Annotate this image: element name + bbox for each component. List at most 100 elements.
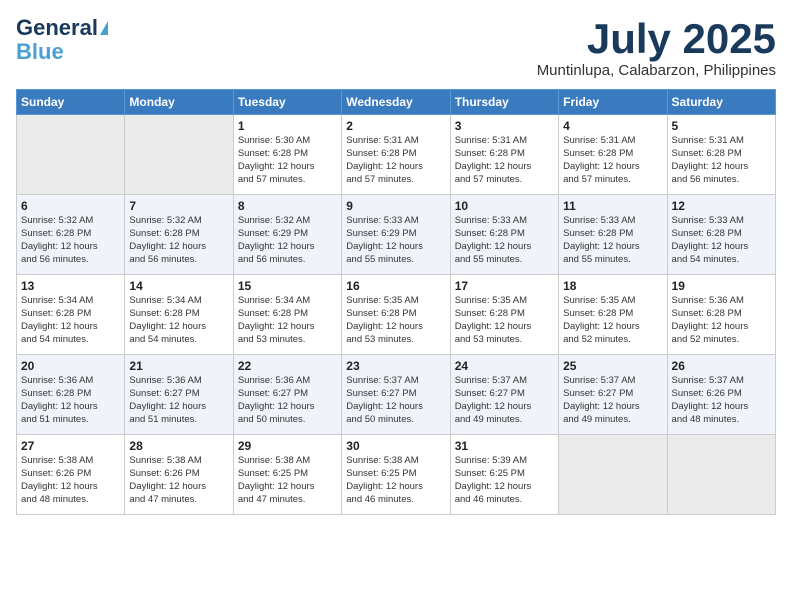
calendar-cell xyxy=(17,115,125,195)
day-number: 9 xyxy=(346,199,445,213)
day-info: Sunrise: 5:35 AM Sunset: 6:28 PM Dayligh… xyxy=(455,295,554,346)
calendar-cell: 10 Sunrise: 5:33 AM Sunset: 6:28 PM Dayli… xyxy=(450,195,558,275)
day-number: 15 xyxy=(238,279,337,293)
day-number: 26 xyxy=(672,359,771,373)
day-info: Sunrise: 5:30 AM Sunset: 6:28 PM Dayligh… xyxy=(238,135,337,186)
day-number: 1 xyxy=(238,119,337,133)
day-number: 20 xyxy=(21,359,120,373)
title-block: July 2025 Muntinlupa, Calabarzon, Philip… xyxy=(537,16,776,79)
weekday-header: Thursday xyxy=(450,90,558,115)
day-info: Sunrise: 5:33 AM Sunset: 6:28 PM Dayligh… xyxy=(672,215,771,266)
logo: General Blue xyxy=(16,16,108,64)
day-info: Sunrise: 5:31 AM Sunset: 6:28 PM Dayligh… xyxy=(346,135,445,186)
month-title: July 2025 xyxy=(537,16,776,62)
weekday-header: Friday xyxy=(559,90,667,115)
calendar-cell: 19 Sunrise: 5:36 AM Sunset: 6:28 PM Dayli… xyxy=(667,275,775,355)
day-info: Sunrise: 5:34 AM Sunset: 6:28 PM Dayligh… xyxy=(238,295,337,346)
calendar-cell: 14 Sunrise: 5:34 AM Sunset: 6:28 PM Dayli… xyxy=(125,275,233,355)
day-number: 16 xyxy=(346,279,445,293)
calendar-cell: 30Sunrise: 5:38 AM Sunset: 6:25 PM Dayli… xyxy=(342,435,450,515)
day-number: 12 xyxy=(672,199,771,213)
day-info: Sunrise: 5:32 AM Sunset: 6:29 PM Dayligh… xyxy=(238,215,337,266)
day-info: Sunrise: 5:33 AM Sunset: 6:28 PM Dayligh… xyxy=(455,215,554,266)
calendar-week-row: 13Sunrise: 5:34 AM Sunset: 6:28 PM Dayli… xyxy=(17,275,776,355)
calendar-cell: 2 Sunrise: 5:31 AM Sunset: 6:28 PM Daylig… xyxy=(342,115,450,195)
logo-text-general: General xyxy=(16,16,98,40)
calendar-cell: 21 Sunrise: 5:36 AM Sunset: 6:27 PM Dayli… xyxy=(125,355,233,435)
calendar-cell: 6Sunrise: 5:32 AM Sunset: 6:28 PM Daylig… xyxy=(17,195,125,275)
day-info: Sunrise: 5:38 AM Sunset: 6:26 PM Dayligh… xyxy=(21,455,120,506)
day-number: 19 xyxy=(672,279,771,293)
logo-text-blue: Blue xyxy=(16,40,64,64)
day-info: Sunrise: 5:36 AM Sunset: 6:28 PM Dayligh… xyxy=(21,375,120,426)
calendar-cell xyxy=(667,435,775,515)
day-number: 30 xyxy=(346,439,445,453)
day-info: Sunrise: 5:37 AM Sunset: 6:27 PM Dayligh… xyxy=(455,375,554,426)
calendar-cell xyxy=(559,435,667,515)
calendar-cell: 1 Sunrise: 5:30 AM Sunset: 6:28 PM Daylig… xyxy=(233,115,341,195)
day-number: 24 xyxy=(455,359,554,373)
day-number: 10 xyxy=(455,199,554,213)
calendar-cell: 25 Sunrise: 5:37 AM Sunset: 6:27 PM Dayli… xyxy=(559,355,667,435)
logo-triangle-icon xyxy=(100,21,108,35)
calendar-cell: 9 Sunrise: 5:33 AM Sunset: 6:29 PM Daylig… xyxy=(342,195,450,275)
calendar-cell xyxy=(125,115,233,195)
day-info: Sunrise: 5:37 AM Sunset: 6:27 PM Dayligh… xyxy=(346,375,445,426)
calendar-week-row: 20 Sunrise: 5:36 AM Sunset: 6:28 PM Dayli… xyxy=(17,355,776,435)
calendar-cell: 7Sunrise: 5:32 AM Sunset: 6:28 PM Daylig… xyxy=(125,195,233,275)
calendar-table: SundayMondayTuesdayWednesdayThursdayFrid… xyxy=(16,89,776,515)
calendar-cell: 24 Sunrise: 5:37 AM Sunset: 6:27 PM Dayli… xyxy=(450,355,558,435)
calendar-week-row: 1 Sunrise: 5:30 AM Sunset: 6:28 PM Daylig… xyxy=(17,115,776,195)
calendar-cell: 28 Sunrise: 5:38 AM Sunset: 6:26 PM Dayli… xyxy=(125,435,233,515)
day-info: Sunrise: 5:31 AM Sunset: 6:28 PM Dayligh… xyxy=(672,135,771,186)
calendar-cell: 11 Sunrise: 5:33 AM Sunset: 6:28 PM Dayli… xyxy=(559,195,667,275)
calendar-cell: 20 Sunrise: 5:36 AM Sunset: 6:28 PM Dayli… xyxy=(17,355,125,435)
calendar-cell: 17 Sunrise: 5:35 AM Sunset: 6:28 PM Dayli… xyxy=(450,275,558,355)
day-info: Sunrise: 5:39 AM Sunset: 6:25 PM Dayligh… xyxy=(455,455,554,506)
day-number: 22 xyxy=(238,359,337,373)
day-info: Sunrise: 5:36 AM Sunset: 6:27 PM Dayligh… xyxy=(238,375,337,426)
calendar-cell: 13Sunrise: 5:34 AM Sunset: 6:28 PM Dayli… xyxy=(17,275,125,355)
day-info: Sunrise: 5:33 AM Sunset: 6:29 PM Dayligh… xyxy=(346,215,445,266)
day-info: Sunrise: 5:36 AM Sunset: 6:28 PM Dayligh… xyxy=(672,295,771,346)
calendar-cell: 26 Sunrise: 5:37 AM Sunset: 6:26 PM Dayli… xyxy=(667,355,775,435)
day-info: Sunrise: 5:36 AM Sunset: 6:27 PM Dayligh… xyxy=(129,375,228,426)
day-number: 27 xyxy=(21,439,120,453)
calendar-cell: 16Sunrise: 5:35 AM Sunset: 6:28 PM Dayli… xyxy=(342,275,450,355)
day-number: 8 xyxy=(238,199,337,213)
calendar-cell: 4Sunrise: 5:31 AM Sunset: 6:28 PM Daylig… xyxy=(559,115,667,195)
day-info: Sunrise: 5:34 AM Sunset: 6:28 PM Dayligh… xyxy=(21,295,120,346)
calendar-cell: 3Sunrise: 5:31 AM Sunset: 6:28 PM Daylig… xyxy=(450,115,558,195)
day-info: Sunrise: 5:37 AM Sunset: 6:26 PM Dayligh… xyxy=(672,375,771,426)
day-info: Sunrise: 5:31 AM Sunset: 6:28 PM Dayligh… xyxy=(455,135,554,186)
day-number: 25 xyxy=(563,359,662,373)
calendar-week-row: 27 Sunrise: 5:38 AM Sunset: 6:26 PM Dayli… xyxy=(17,435,776,515)
day-number: 2 xyxy=(346,119,445,133)
day-info: Sunrise: 5:34 AM Sunset: 6:28 PM Dayligh… xyxy=(129,295,228,346)
weekday-header-row: SundayMondayTuesdayWednesdayThursdayFrid… xyxy=(17,90,776,115)
page-header: General Blue July 2025 Muntinlupa, Calab… xyxy=(16,16,776,79)
day-number: 21 xyxy=(129,359,228,373)
calendar-cell: 27 Sunrise: 5:38 AM Sunset: 6:26 PM Dayli… xyxy=(17,435,125,515)
calendar-cell: 8 Sunrise: 5:32 AM Sunset: 6:29 PM Daylig… xyxy=(233,195,341,275)
day-number: 14 xyxy=(129,279,228,293)
calendar-cell: 5Sunrise: 5:31 AM Sunset: 6:28 PM Daylig… xyxy=(667,115,775,195)
calendar-cell: 23Sunrise: 5:37 AM Sunset: 6:27 PM Dayli… xyxy=(342,355,450,435)
weekday-header: Saturday xyxy=(667,90,775,115)
calendar-cell: 18Sunrise: 5:35 AM Sunset: 6:28 PM Dayli… xyxy=(559,275,667,355)
calendar-cell: 29Sunrise: 5:38 AM Sunset: 6:25 PM Dayli… xyxy=(233,435,341,515)
day-info: Sunrise: 5:38 AM Sunset: 6:25 PM Dayligh… xyxy=(238,455,337,506)
day-info: Sunrise: 5:38 AM Sunset: 6:26 PM Dayligh… xyxy=(129,455,228,506)
day-info: Sunrise: 5:31 AM Sunset: 6:28 PM Dayligh… xyxy=(563,135,662,186)
day-info: Sunrise: 5:33 AM Sunset: 6:28 PM Dayligh… xyxy=(563,215,662,266)
day-number: 28 xyxy=(129,439,228,453)
day-number: 11 xyxy=(563,199,662,213)
day-info: Sunrise: 5:32 AM Sunset: 6:28 PM Dayligh… xyxy=(21,215,120,266)
weekday-header: Sunday xyxy=(17,90,125,115)
day-number: 7 xyxy=(129,199,228,213)
day-number: 31 xyxy=(455,439,554,453)
day-number: 17 xyxy=(455,279,554,293)
location: Muntinlupa, Calabarzon, Philippines xyxy=(537,62,776,79)
calendar-cell: 31 Sunrise: 5:39 AM Sunset: 6:25 PM Dayli… xyxy=(450,435,558,515)
day-info: Sunrise: 5:37 AM Sunset: 6:27 PM Dayligh… xyxy=(563,375,662,426)
